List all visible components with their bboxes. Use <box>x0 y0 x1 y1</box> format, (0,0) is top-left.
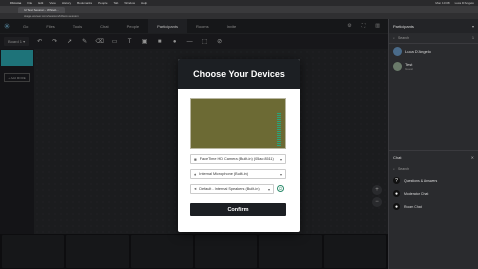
menu-item-file[interactable]: File <box>27 1 32 5</box>
menu-item-chrome[interactable]: Chrome <box>10 1 21 5</box>
microphone-icon: ♦ <box>194 171 197 177</box>
menu-item-history[interactable]: History <box>62 1 71 5</box>
menu-item-bookmarks[interactable]: Bookmarks <box>77 1 92 5</box>
camera-select-value: FaceTime HD Camera (Built-in) (05ac:8511… <box>199 157 274 161</box>
chevron-down-icon: ▾ <box>279 171 282 177</box>
chat-room-room[interactable]: ● Room Chat <box>389 200 478 213</box>
chat-close-icon[interactable]: ✕ <box>471 155 474 160</box>
participant-item[interactable]: Test Guest <box>389 59 478 74</box>
dialog-title: Choose Your Devices <box>193 69 285 79</box>
participant-role: Guest <box>405 67 414 71</box>
moderator-chat-icon: ● <box>393 190 400 197</box>
browser-tab[interactable]: Id Test Session - Whiteb... <box>18 6 65 13</box>
microphone-select-value: Internal Microphone (Built-in) <box>199 172 249 176</box>
chat-search-row: ⌕ Search <box>389 164 478 174</box>
chat-room-label: Questions & Answers <box>404 178 438 183</box>
user-name[interactable]: Luca D'Angelo <box>455 1 474 5</box>
room-chat-icon: ● <box>393 203 400 210</box>
microphone-select[interactable]: ♦ Internal Microphone (Built-in) ▾ <box>190 169 286 179</box>
search-icon: ⌕ <box>393 167 395 171</box>
browser-tab-bar: Id Test Session - Whiteb... <box>0 6 478 13</box>
chat-room-label: Room Chat <box>404 204 422 209</box>
chat-room-label: Moderator Chat <box>404 191 429 196</box>
question-icon: ? <box>393 177 400 184</box>
clock: Mon 10:08 <box>435 1 450 5</box>
menu-item-edit[interactable]: Edit <box>38 1 43 5</box>
camera-icon: ■ <box>194 156 197 162</box>
chat-room-qa[interactable]: ? Questions & Answers <box>389 174 478 187</box>
camera-select[interactable]: ■ FaceTime HD Camera (Built-in) (05ac:85… <box>190 154 286 164</box>
test-speaker-button[interactable]: ⏻ <box>277 185 284 192</box>
dialog-header: Choose Your Devices <box>178 59 300 89</box>
chat-room-moderator[interactable]: ● Moderator Chat <box>389 187 478 200</box>
speaker-icon: ◂ <box>194 186 197 191</box>
menu-item-tab[interactable]: Tab <box>114 1 119 5</box>
collapse-icon[interactable]: ▾ <box>472 24 474 29</box>
chevron-down-icon: ▾ <box>267 186 270 192</box>
participant-item[interactable]: Luca D'Angelo <box>389 44 478 59</box>
right-sidebar: Participants ▾ ⌕ Search 1 Luca D'Angelo … <box>388 19 478 269</box>
speaker-select[interactable]: ◂ Default - Internal Speakers (Built-in)… <box>190 184 274 194</box>
chevron-down-icon: ▾ <box>279 156 282 162</box>
participants-search-input[interactable]: Search <box>398 36 409 40</box>
chat-header: Chat ✕ <box>389 150 478 164</box>
camera-preview <box>190 98 286 149</box>
participant-name: Luca D'Angelo <box>405 49 431 54</box>
confirm-button[interactable]: Confirm <box>190 203 286 216</box>
search-icon: ⌕ <box>393 36 395 40</box>
participants-header: Participants ▾ <box>389 19 478 33</box>
url-text[interactable]: stage.wereer.com/session/id/test-session <box>24 14 79 18</box>
menu-item-help[interactable]: Help <box>141 1 147 5</box>
chat-search-input[interactable]: Search <box>398 167 409 171</box>
menu-item-people[interactable]: People <box>98 1 107 5</box>
participants-search-row: ⌕ Search 1 <box>389 33 478 44</box>
speaker-select-value: Default - Internal Speakers (Built-in) <box>199 187 260 191</box>
participants-count: 1 <box>472 36 474 40</box>
menu-item-view[interactable]: View <box>49 1 55 5</box>
audio-level-meter <box>277 113 281 147</box>
participants-title: Participants <box>393 23 414 29</box>
chat-title: Chat <box>393 155 402 160</box>
menu-item-window[interactable]: Window <box>124 1 135 5</box>
avatar <box>393 47 402 56</box>
device-chooser-dialog: Choose Your Devices ■ FaceTime HD Camera… <box>178 59 300 232</box>
avatar <box>393 62 402 71</box>
